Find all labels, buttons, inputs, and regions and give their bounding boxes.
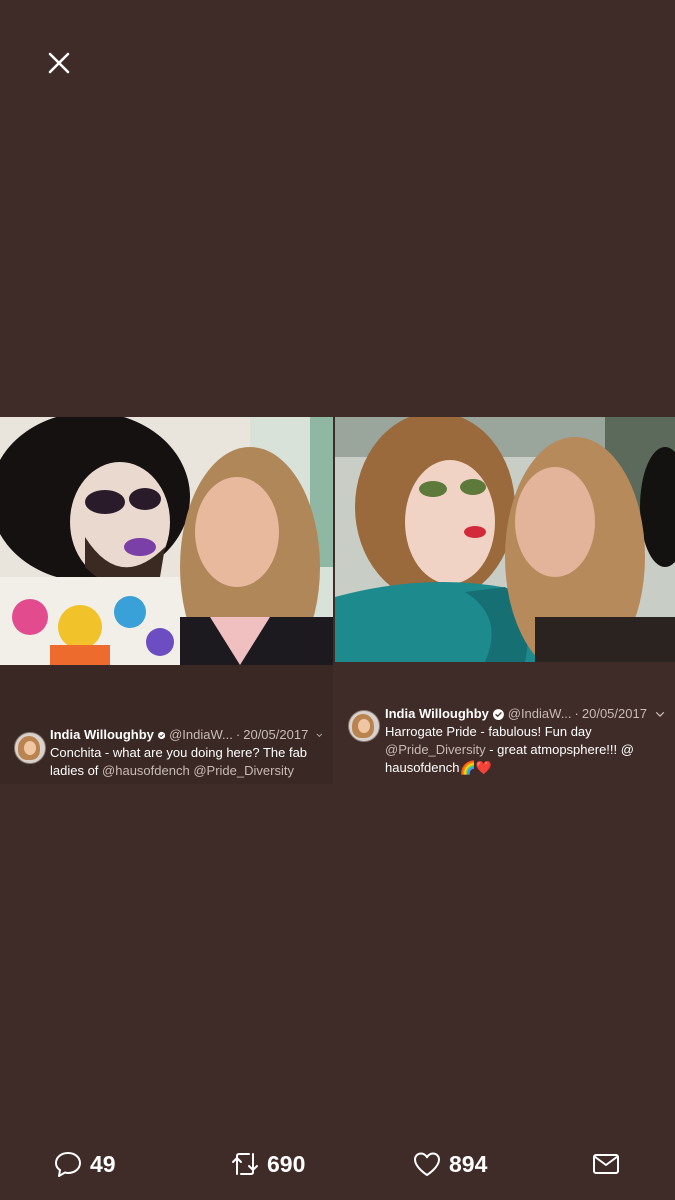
close-button[interactable]	[40, 44, 78, 82]
tweet-photo-right	[335, 417, 675, 662]
reply-button[interactable]: 49	[53, 1148, 116, 1180]
avatar[interactable]	[348, 710, 380, 742]
screenshot-collage[interactable]: India Willoughby @IndiaW... · 20/05/2017	[0, 417, 675, 784]
author-name[interactable]: India Willoughby	[385, 705, 489, 723]
chevron-down-icon[interactable]	[655, 708, 665, 720]
action-bar: 49 690 894	[0, 1140, 675, 1190]
tweet-date[interactable]: 20/05/2017	[243, 726, 308, 744]
media-viewer: India Willoughby @IndiaW... · 20/05/2017	[0, 0, 675, 1200]
reply-count: 49	[90, 1150, 116, 1177]
like-count: 894	[449, 1150, 488, 1177]
avatar[interactable]	[14, 732, 46, 764]
direct-message-button[interactable]	[591, 1148, 621, 1180]
author-handle[interactable]: @IndiaW...	[169, 726, 233, 744]
heart-icon	[414, 1152, 440, 1176]
chevron-down-icon[interactable]	[316, 729, 323, 741]
like-button[interactable]: 894	[412, 1148, 487, 1180]
verified-badge-icon	[492, 708, 504, 720]
mention-link[interactable]: @hausofdench	[102, 763, 190, 778]
retweet-button[interactable]: 690	[230, 1148, 305, 1180]
reply-icon	[55, 1152, 81, 1177]
envelope-icon	[593, 1154, 619, 1174]
tweet-date[interactable]: 20/05/2017	[582, 705, 647, 723]
separator-dot: ·	[235, 727, 241, 742]
close-icon	[48, 52, 70, 74]
retweet-icon	[232, 1153, 258, 1175]
tweet-text: Conchita - what are you doing here? The …	[50, 745, 308, 778]
emoji: 🌈❤️	[459, 760, 492, 775]
tweet-card-right: India Willoughby @IndiaW... · 20/05/2017	[335, 417, 675, 784]
tweet-photo-left	[0, 417, 333, 665]
mention-link[interactable]: @Pride_Diversity	[193, 763, 294, 778]
separator-dot: ·	[574, 706, 579, 721]
mention-link[interactable]: @Pride_Diversity	[385, 742, 486, 757]
tweet-card-left: India Willoughby @IndiaW... · 20/05/2017	[0, 417, 333, 784]
verified-badge-icon	[157, 731, 166, 739]
author-name[interactable]: India Willoughby	[50, 726, 154, 744]
tweet-text: Harrogate Pride - fabulous! Fun day @Pri…	[385, 724, 634, 775]
author-handle[interactable]: @IndiaW...	[508, 705, 572, 723]
retweet-count: 690	[267, 1150, 306, 1177]
